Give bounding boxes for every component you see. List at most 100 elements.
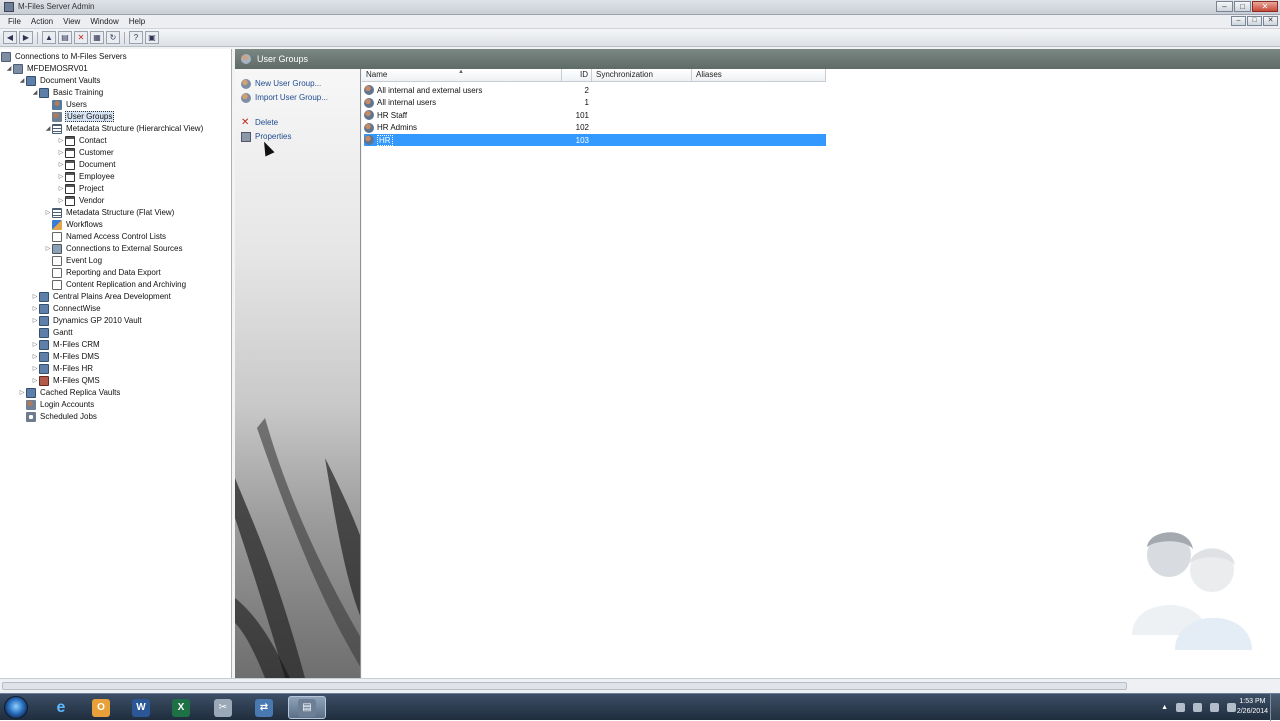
expand-arrow-icon[interactable]: ▷ [31,293,39,300]
import-user-group-link[interactable]: Import User Group... [241,92,328,103]
forward-icon[interactable]: ▶ [19,31,33,44]
scrollbar-thumb[interactable] [2,682,1127,690]
tray-language-icon[interactable] [1176,703,1185,712]
expand-arrow-icon[interactable]: ▷ [44,245,52,252]
collapse-arrow-icon[interactable]: ◢ [18,77,26,84]
tree-item-contact[interactable]: ▷ Contact [57,135,108,146]
menu-view[interactable]: View [58,15,85,28]
tray-network-icon[interactable] [1227,703,1236,712]
child-minimize-button[interactable]: – [1231,16,1246,26]
console-icon[interactable]: ▣ [145,31,159,44]
new-user-group-link[interactable]: New User Group... [241,78,321,89]
properties-icon[interactable]: ▦ [90,31,104,44]
tree-item-user-groups[interactable]: User Groups [44,111,115,122]
collapse-arrow-icon[interactable]: ◢ [44,125,52,132]
table-row[interactable]: HR 103 [364,134,826,147]
tree-item-employee[interactable]: ▷ Employee [57,171,116,182]
tree-toggle-icon[interactable]: ▤ [58,31,72,44]
expand-arrow-icon[interactable]: ▷ [44,209,52,216]
tree-item-scheduled-jobs[interactable]: Scheduled Jobs [18,411,98,422]
tree-item-users[interactable]: Users [44,99,88,110]
collapse-arrow-icon[interactable]: ◢ [5,65,13,72]
show-desktop-button[interactable] [1270,694,1280,721]
tree-item-document-vaults[interactable]: ◢ Document Vaults [18,75,101,86]
expand-arrow-icon[interactable]: ▷ [31,305,39,312]
menu-window[interactable]: Window [85,15,123,28]
tree-item-project[interactable]: ▷ Project [57,183,105,194]
collapse-arrow-icon[interactable]: ◢ [31,89,39,96]
tree-item-workflows[interactable]: Workflows [44,219,104,230]
minimize-button[interactable]: – [1216,1,1233,12]
maximize-button[interactable]: □ [1234,1,1251,12]
up-icon[interactable]: ▲ [42,31,56,44]
tree-item-reporting-and-data-export[interactable]: Reporting and Data Export [44,267,162,278]
table-row[interactable]: All internal users 1 [364,97,826,109]
tray-mfiles-icon[interactable] [1193,703,1202,712]
expand-arrow-icon[interactable]: ▷ [57,161,65,168]
expand-arrow-icon[interactable]: ▷ [57,149,65,156]
tree-item-basic-training[interactable]: ◢ Basic Training [31,87,104,98]
column-aliases[interactable]: Aliases [692,69,826,82]
back-icon[interactable]: ◀ [3,31,17,44]
tree-item-metadata-structure-hierarchical-view[interactable]: ◢ Metadata Structure (Hierarchical View) [44,123,204,134]
expand-arrow-icon[interactable]: ▷ [18,389,26,396]
tree-item-customer[interactable]: ▷ Customer [57,147,115,158]
child-restore-button[interactable]: □ [1247,16,1262,26]
expand-arrow-icon[interactable]: ▷ [57,137,65,144]
column-synchronization[interactable]: Synchronization [592,69,692,82]
tree-item-mfdemosrv01[interactable]: ◢ MFDEMOSRV01 [5,63,89,74]
tree-item-m-files-hr[interactable]: ▷ M-Files HR [31,363,94,374]
table-row[interactable]: HR Admins 102 [364,122,826,134]
table-row[interactable]: HR Staff 101 [364,109,826,121]
tray-expand-icon[interactable]: ▲ [1161,704,1168,711]
tree-item-connections-to-external-sources[interactable]: ▷ Connections to External Sources [44,243,184,254]
taskbar-outlook[interactable]: O [82,696,120,719]
tree-item-m-files-crm[interactable]: ▷ M-Files CRM [31,339,101,350]
expand-arrow-icon[interactable]: ▷ [57,173,65,180]
menu-action[interactable]: Action [26,15,58,28]
expand-arrow-icon[interactable]: ▷ [31,365,39,372]
expand-arrow-icon[interactable]: ▷ [57,185,65,192]
tree-item-event-log[interactable]: Event Log [44,255,103,266]
table-row[interactable]: All internal and external users 2 [364,84,826,96]
taskbar-word[interactable]: W [122,696,160,719]
expand-arrow-icon[interactable]: ▷ [57,197,65,204]
help-icon[interactable]: ? [129,31,143,44]
tree-item-central-plains-area-development[interactable]: ▷ Central Plains Area Development [31,291,172,302]
column-id[interactable]: ID [562,69,592,82]
tree-item-m-files-dms[interactable]: ▷ M-Files DMS [31,351,100,362]
taskbar-internet-explorer[interactable]: e [42,696,80,719]
start-button[interactable] [4,696,28,719]
tree-item-m-files-qms[interactable]: ▷ M-Files QMS [31,375,101,386]
tree-item-document[interactable]: ▷ Document [57,159,116,170]
child-close-button[interactable]: ✕ [1263,16,1278,26]
close-button[interactable]: ✕ [1252,1,1278,12]
taskbar-network[interactable]: ⇄ [245,696,283,719]
taskbar-excel[interactable]: X [162,696,200,719]
tree-item-connections-to-m-files-servers[interactable]: Connections to M-Files Servers [0,51,128,62]
clock[interactable]: 1:53 PM 2/26/2014 [1237,697,1268,717]
tray-volume-icon[interactable] [1210,703,1219,712]
tree-item-cached-replica-vaults[interactable]: ▷ Cached Replica Vaults [18,387,121,398]
menu-help[interactable]: Help [124,15,150,28]
tree-item-metadata-structure-flat-view[interactable]: ▷ Metadata Structure (Flat View) [44,207,175,218]
tree-item-content-replication-and-archiving[interactable]: Content Replication and Archiving [44,279,187,290]
menu-file[interactable]: File [3,15,26,28]
tree-item-dynamics-gp-2010-vault[interactable]: ▷ Dynamics GP 2010 Vault [31,315,143,326]
tree-item-login-accounts[interactable]: Login Accounts [18,399,95,410]
tree-item-gantt[interactable]: Gantt [31,327,74,338]
refresh-icon[interactable]: ↻ [106,31,120,44]
delete-icon[interactable]: ✕ [74,31,88,44]
tree-item-vendor[interactable]: ▷ Vendor [57,195,105,206]
taskbar-snipping[interactable]: ✂ [204,696,242,719]
tree-item-connectwise[interactable]: ▷ ConnectWise [31,303,102,314]
horizontal-scrollbar[interactable] [0,678,1280,693]
expand-arrow-icon[interactable]: ▷ [31,341,39,348]
expand-arrow-icon[interactable]: ▷ [31,377,39,384]
expand-arrow-icon[interactable]: ▷ [31,317,39,324]
delete-link[interactable]: ✕ Delete [241,117,278,128]
expand-arrow-icon[interactable]: ▷ [31,353,39,360]
tree-item-named-access-control-lists[interactable]: Named Access Control Lists [44,231,167,242]
column-name[interactable]: ▲ Name [362,69,562,82]
taskbar-mfiles-admin[interactable]: ▤ [288,696,326,719]
